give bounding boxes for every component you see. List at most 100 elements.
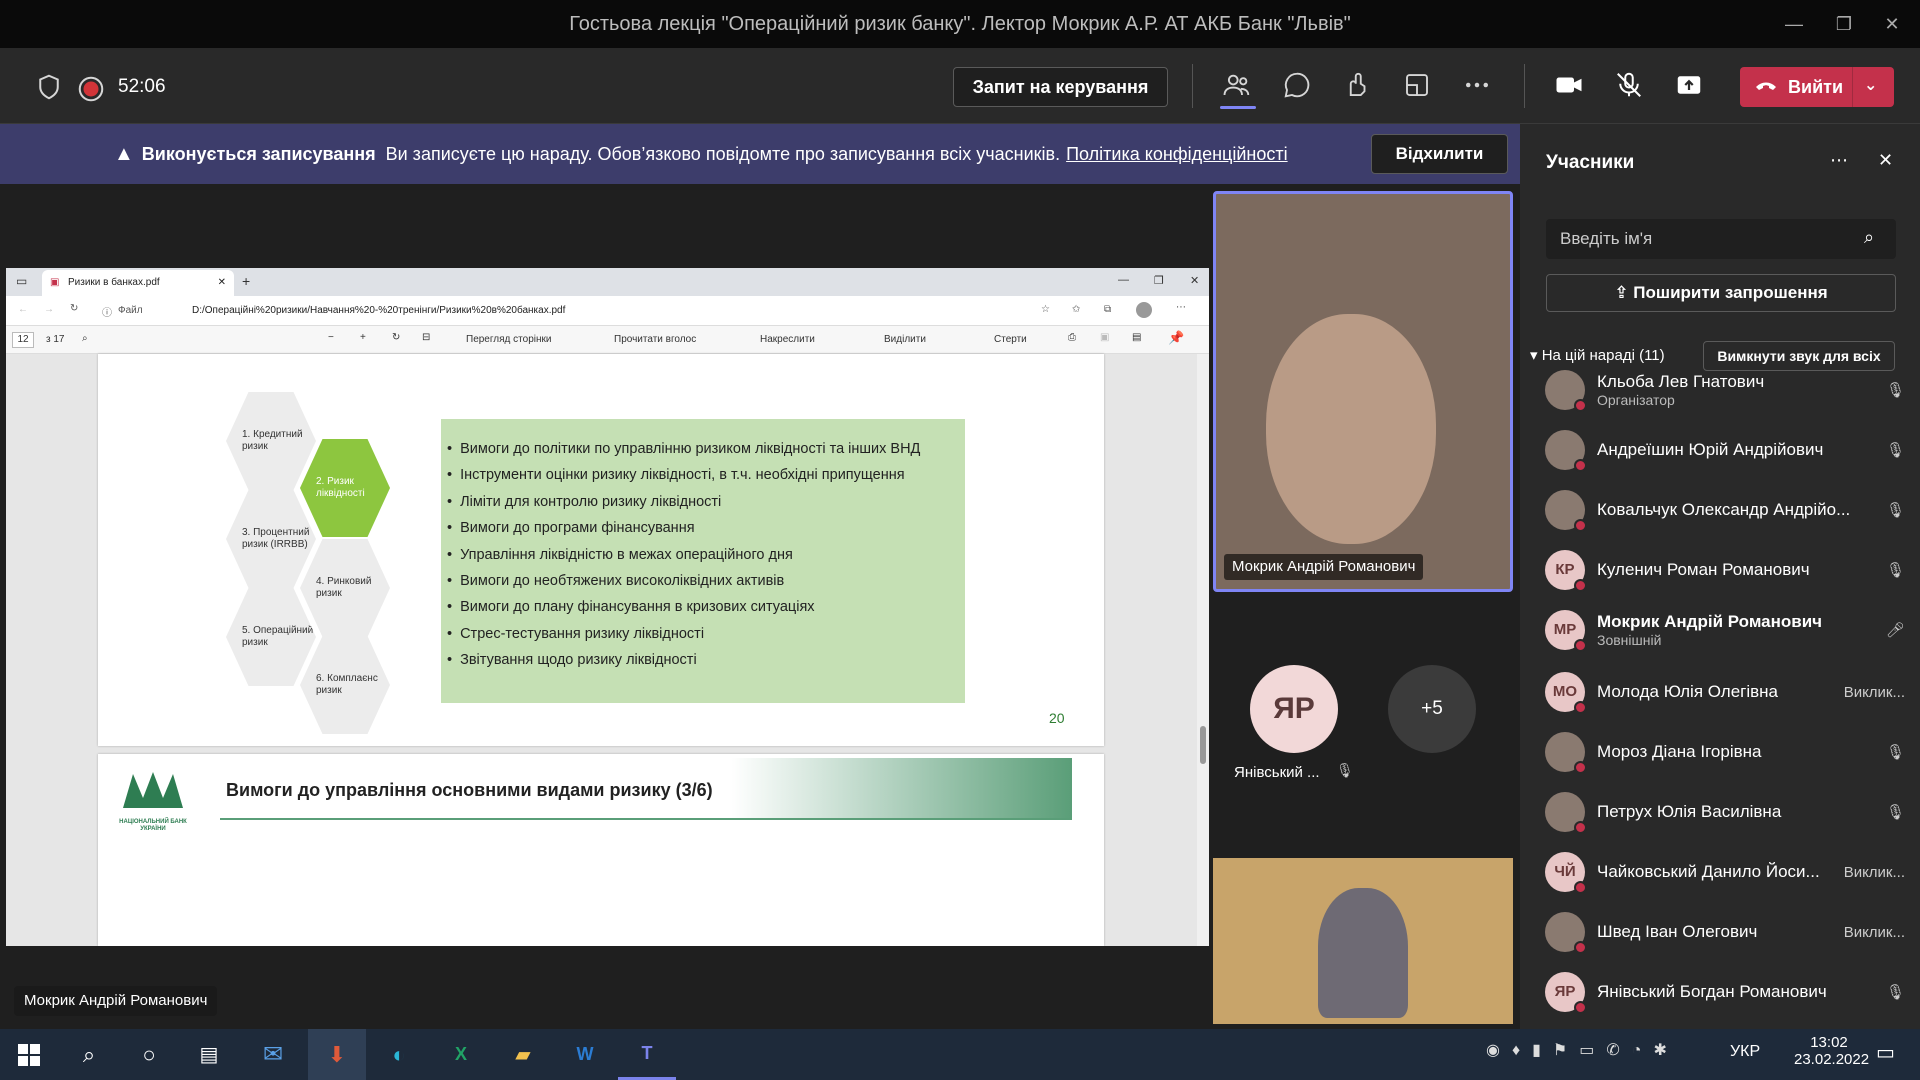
zoom-out-icon[interactable]: −: [328, 332, 334, 343]
minimize-icon[interactable]: —: [1118, 274, 1129, 286]
pdf-app-icon[interactable]: ⬇: [308, 1029, 366, 1080]
participant-row[interactable]: Швед Іван Олегович Виклик...: [1545, 904, 1905, 960]
language-indicator[interactable]: УКР: [1730, 1043, 1760, 1061]
rooms-icon[interactable]: [1402, 70, 1438, 106]
address-bar: ← → ↻ ⓘ Файл D:/Операційні%20ризики/Навч…: [6, 296, 1209, 326]
cortana-icon[interactable]: ○: [120, 1029, 178, 1080]
close-icon[interactable]: ✕: [1878, 150, 1893, 171]
close-icon[interactable]: ✕: [1190, 274, 1199, 287]
fit-icon[interactable]: ⊟: [422, 332, 430, 343]
scrollbar-thumb[interactable]: [1200, 726, 1206, 764]
mic-muted-icon[interactable]: 🎙︎: [1886, 501, 1905, 519]
request-control-button[interactable]: Запит на керування: [953, 67, 1168, 107]
chevron-down-icon[interactable]: ⌄: [1864, 75, 1877, 95]
mic-muted-icon[interactable]: 🎙︎: [1886, 983, 1905, 1001]
nbu-logo: НАЦІОНАЛЬНИЙ БАНК УКРАЇНИ: [114, 768, 192, 848]
search-icon[interactable]: ⌕: [82, 333, 88, 344]
leave-button[interactable]: Вийти ⌄: [1740, 67, 1894, 107]
participant-name: Ковальчук Олександр Андрійо...: [1597, 500, 1851, 519]
hex-compliance-risk: 6. Комплаєнс ризик: [300, 636, 390, 734]
print-icon[interactable]: ⎙: [1068, 332, 1076, 343]
people-icon[interactable]: [1222, 70, 1258, 106]
tool-erase[interactable]: Стерти: [994, 334, 1027, 345]
participant-row[interactable]: ЯР Янівський Богдан Романович 🎙︎: [1545, 964, 1905, 1020]
camera-icon[interactable]: [1554, 70, 1590, 106]
search-icon[interactable]: ⌕: [60, 1029, 118, 1080]
mic-muted-icon[interactable]: 🎙︎: [1886, 561, 1905, 579]
participant-name: Швед Іван Олегович: [1597, 922, 1758, 941]
search-icon[interactable]: ⌕: [1864, 227, 1874, 248]
tool-highlight[interactable]: Виділити: [884, 334, 926, 345]
save-as-icon[interactable]: ▤: [1132, 332, 1141, 343]
edge-icon[interactable]: ◐: [370, 1029, 428, 1080]
speaker-video-tile[interactable]: Мокрик Андрій Романович: [1213, 191, 1513, 592]
search-input[interactable]: Введіть ім'я ⌕: [1546, 219, 1896, 259]
participant-row[interactable]: Кльоба Лев Гнатович Організатор 🎙︎: [1545, 362, 1905, 418]
system-tray-icons[interactable]: ◉♦▮⚑▭✆◔✱: [1486, 1040, 1679, 1060]
participant-name: Чайковський Данило Йоси...: [1597, 862, 1820, 881]
notifications-icon[interactable]: ▭: [1876, 1040, 1895, 1065]
address-url[interactable]: D:/Операційні%20ризики/Навчання%20-%20тр…: [192, 305, 565, 316]
tab-close-icon[interactable]: ✕: [218, 270, 226, 296]
mic-muted-icon[interactable]: [1614, 70, 1650, 106]
excel-icon[interactable]: X: [432, 1029, 490, 1080]
avatar: [1545, 430, 1587, 472]
page-number-input[interactable]: 12: [12, 332, 34, 348]
close-icon[interactable]: ✕: [1862, 0, 1920, 48]
tool-read-aloud[interactable]: Прочитати вголос: [614, 334, 696, 345]
tab-pdf[interactable]: ▣ Ризики в банках.pdf ✕: [42, 270, 234, 296]
clock[interactable]: 13:02 23.02.2022: [1794, 1034, 1869, 1068]
share-invite-button[interactable]: ⇪ Поширити запрошення: [1546, 274, 1896, 312]
favorite-icon[interactable]: ☆: [1041, 304, 1050, 315]
participant-row[interactable]: КР Куленич Роман Романович 🎙︎: [1545, 542, 1905, 598]
participant-row[interactable]: ЧЙ Чайковський Данило Йоси... Виклик...: [1545, 844, 1905, 900]
pin-icon[interactable]: 📌: [1168, 330, 1184, 346]
more-icon[interactable]: [1462, 70, 1498, 106]
mic-muted-icon[interactable]: 🎙︎: [1886, 743, 1905, 761]
tab-actions-icon[interactable]: ▭: [16, 274, 27, 288]
participant-row[interactable]: Ковальчук Олександр Андрійо... 🎙︎: [1545, 482, 1905, 538]
participant-name: Куленич Роман Романович: [1597, 560, 1810, 579]
back-icon[interactable]: ←: [18, 304, 28, 315]
restore-icon[interactable]: ❐: [1154, 274, 1164, 287]
more-participants[interactable]: +5: [1388, 665, 1476, 753]
participant-row[interactable]: Мороз Діана Ігорівна 🎙︎: [1545, 724, 1905, 780]
self-video-tile[interactable]: [1213, 858, 1513, 1024]
mic-muted-icon[interactable]: 🎙︎: [1886, 803, 1905, 821]
task-view-icon[interactable]: ▤: [180, 1029, 238, 1080]
tool-draw[interactable]: Накреслити: [760, 334, 815, 345]
rotate-icon[interactable]: ↻: [392, 332, 400, 343]
file-explorer-icon[interactable]: ▰: [494, 1029, 552, 1080]
menu-icon[interactable]: ⋯: [1176, 302, 1186, 313]
panel-more-icon[interactable]: ⋯: [1830, 150, 1848, 171]
mic-muted-icon[interactable]: 🎙︎: [1886, 381, 1905, 399]
collections-icon[interactable]: ⧉: [1104, 304, 1111, 315]
save-icon[interactable]: ▣: [1100, 332, 1109, 343]
presence-dot: [1574, 579, 1587, 592]
participant-avatar[interactable]: ЯР: [1250, 665, 1338, 753]
dismiss-button[interactable]: Відхилити: [1371, 134, 1508, 174]
favorites-icon[interactable]: ✩: [1072, 304, 1080, 315]
participant-row[interactable]: Петрух Юлія Василівна 🎙︎: [1545, 784, 1905, 840]
windows-start-icon[interactable]: [0, 1029, 58, 1080]
new-tab-icon[interactable]: +: [242, 273, 250, 289]
participant-row[interactable]: Андреїшин Юрій Андрійович 🎙︎: [1545, 422, 1905, 478]
teams-icon[interactable]: T: [618, 1029, 676, 1080]
forward-icon[interactable]: →: [44, 304, 54, 315]
profile-icon[interactable]: [1136, 302, 1152, 318]
mail-icon[interactable]: ✉: [244, 1029, 302, 1080]
tool-page-view[interactable]: Перегляд сторінки: [466, 334, 551, 345]
share-icon[interactable]: [1674, 70, 1710, 106]
mic-icon[interactable]: 🎤︎: [1886, 621, 1905, 639]
zoom-in-icon[interactable]: +: [360, 332, 366, 343]
reactions-icon[interactable]: [1342, 70, 1378, 106]
participant-row[interactable]: МО Молода Юлія Олегівна Виклик...: [1545, 664, 1905, 720]
scrollbar[interactable]: [1197, 354, 1209, 946]
recording-banner: ▲ Виконується записування Ви записуєте ц…: [0, 124, 1520, 184]
word-icon[interactable]: W: [556, 1029, 614, 1080]
refresh-icon[interactable]: ↻: [70, 303, 78, 314]
mic-muted-icon[interactable]: 🎙︎: [1886, 441, 1905, 459]
chat-icon[interactable]: [1282, 70, 1318, 106]
participant-row[interactable]: МР Мокрик Андрій Романович Зовнішній 🎤︎: [1545, 602, 1905, 658]
privacy-policy-link[interactable]: Політика конфіденційності: [1066, 144, 1287, 165]
